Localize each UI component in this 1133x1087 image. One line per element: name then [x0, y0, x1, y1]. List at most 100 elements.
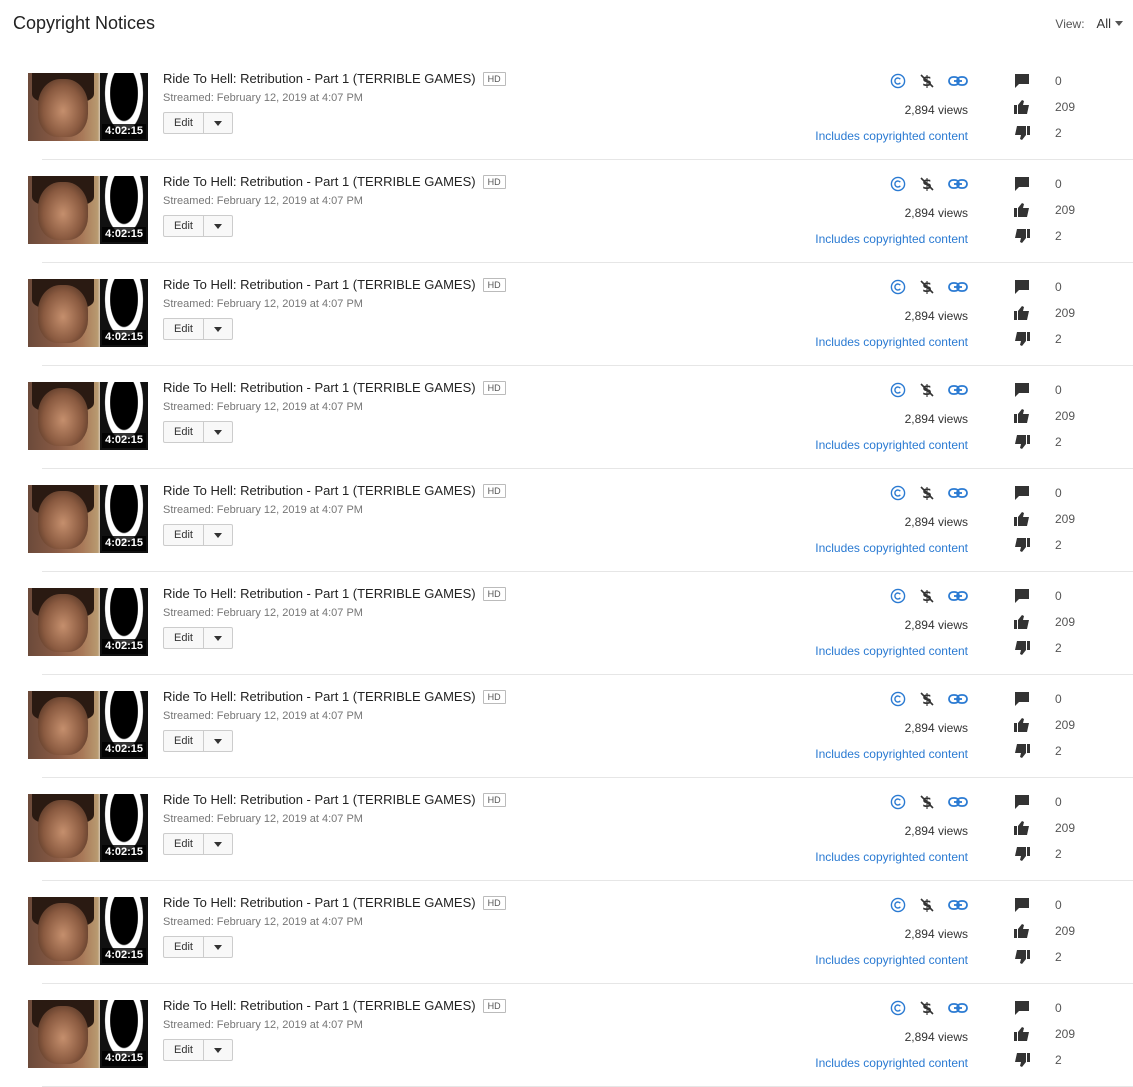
copyright-icon[interactable]: [890, 279, 906, 295]
video-thumbnail[interactable]: 4:02:15: [28, 382, 148, 450]
video-thumbnail[interactable]: 4:02:15: [28, 794, 148, 862]
link-icon[interactable]: [948, 692, 968, 706]
video-thumbnail[interactable]: 4:02:15: [28, 279, 148, 347]
monetization-off-icon[interactable]: $: [919, 691, 935, 707]
copyright-notice-link[interactable]: Includes copyrighted content: [815, 438, 968, 452]
view-dropdown[interactable]: All: [1097, 16, 1123, 31]
comments-stat: 0: [1013, 176, 1062, 192]
copyright-icon[interactable]: [890, 897, 906, 913]
copyright-icon[interactable]: [890, 382, 906, 398]
edit-dropdown-button[interactable]: [204, 216, 232, 236]
link-icon[interactable]: [948, 898, 968, 912]
edit-button[interactable]: Edit: [164, 628, 204, 648]
comment-count: 0: [1055, 589, 1062, 603]
stream-date: Streamed: February 12, 2019 at 4:07 PM: [163, 813, 363, 825]
edit-dropdown-button[interactable]: [204, 937, 232, 957]
edit-dropdown-button[interactable]: [204, 319, 232, 339]
dislike-count: 2: [1055, 435, 1062, 449]
link-icon[interactable]: [948, 383, 968, 397]
link-icon[interactable]: [948, 486, 968, 500]
copyright-notice-link[interactable]: Includes copyrighted content: [815, 541, 968, 555]
video-thumbnail[interactable]: 4:02:15: [28, 691, 148, 759]
edit-dropdown-button[interactable]: [204, 525, 232, 545]
video-title[interactable]: Ride To Hell: Retribution - Part 1 (TERR…: [163, 380, 476, 395]
link-icon[interactable]: [948, 177, 968, 191]
video-title[interactable]: Ride To Hell: Retribution - Part 1 (TERR…: [163, 689, 476, 704]
dislikes-stat: 2: [1013, 743, 1062, 759]
monetization-off-icon[interactable]: $: [919, 1000, 935, 1016]
copyright-notice-link[interactable]: Includes copyrighted content: [815, 1056, 968, 1070]
thumbs-up-icon: [1013, 408, 1031, 424]
view-count: 2,894 views: [904, 721, 968, 735]
video-thumbnail[interactable]: 4:02:15: [28, 1000, 148, 1068]
copyright-notice-link[interactable]: Includes copyrighted content: [815, 644, 968, 658]
monetization-off-icon[interactable]: $: [919, 794, 935, 810]
copyright-icon[interactable]: [890, 1000, 906, 1016]
monetization-off-icon[interactable]: $: [919, 73, 935, 89]
monetization-off-icon[interactable]: $: [919, 279, 935, 295]
copyright-notice-link[interactable]: Includes copyrighted content: [815, 129, 968, 143]
hd-badge: HD: [482, 998, 506, 1013]
edit-dropdown-button[interactable]: [204, 628, 232, 648]
copyright-notice-link[interactable]: Includes copyrighted content: [815, 232, 968, 246]
copyright-icon[interactable]: [890, 485, 906, 501]
link-icon[interactable]: [948, 1001, 968, 1015]
link-icon[interactable]: [948, 589, 968, 603]
like-count: 209: [1055, 100, 1076, 114]
edit-dropdown-button[interactable]: [204, 422, 232, 442]
monetization-off-icon[interactable]: $: [919, 382, 935, 398]
link-icon[interactable]: [948, 74, 968, 88]
monetization-off-icon[interactable]: $: [919, 588, 935, 604]
copyright-notice-link[interactable]: Includes copyrighted content: [815, 747, 968, 761]
edit-dropdown-button[interactable]: [204, 113, 232, 133]
monetization-off-icon[interactable]: $: [919, 485, 935, 501]
edit-button[interactable]: Edit: [164, 113, 204, 133]
copyright-notice-link[interactable]: Includes copyrighted content: [815, 335, 968, 349]
view-count: 2,894 views: [904, 103, 968, 117]
comments-stat: 0: [1013, 691, 1062, 707]
copyright-icon[interactable]: [890, 588, 906, 604]
edit-button[interactable]: Edit: [164, 216, 204, 236]
video-duration: 4:02:15: [102, 742, 146, 757]
hd-badge: HD: [482, 380, 506, 395]
link-icon[interactable]: [948, 795, 968, 809]
copyright-notice-link[interactable]: Includes copyrighted content: [815, 953, 968, 967]
comment-icon: [1013, 691, 1031, 707]
video-title[interactable]: Ride To Hell: Retribution - Part 1 (TERR…: [163, 71, 476, 86]
video-title[interactable]: Ride To Hell: Retribution - Part 1 (TERR…: [163, 586, 476, 601]
copyright-icon[interactable]: [890, 73, 906, 89]
edit-button[interactable]: Edit: [164, 422, 204, 442]
video-title[interactable]: Ride To Hell: Retribution - Part 1 (TERR…: [163, 895, 476, 910]
video-duration: 4:02:15: [102, 536, 146, 551]
link-icon[interactable]: [948, 280, 968, 294]
edit-button[interactable]: Edit: [164, 937, 204, 957]
video-title[interactable]: Ride To Hell: Retribution - Part 1 (TERR…: [163, 998, 476, 1013]
video-thumbnail[interactable]: 4:02:15: [28, 588, 148, 656]
video-thumbnail[interactable]: 4:02:15: [28, 897, 148, 965]
video-title[interactable]: Ride To Hell: Retribution - Part 1 (TERR…: [163, 792, 476, 807]
edit-button[interactable]: Edit: [164, 319, 204, 339]
edit-button[interactable]: Edit: [164, 525, 204, 545]
comments-stat: 0: [1013, 279, 1062, 295]
dislike-count: 2: [1055, 332, 1062, 346]
video-thumbnail[interactable]: 4:02:15: [28, 73, 148, 141]
video-title[interactable]: Ride To Hell: Retribution - Part 1 (TERR…: [163, 174, 476, 189]
edit-dropdown-button[interactable]: [204, 1040, 232, 1060]
video-thumbnail[interactable]: 4:02:15: [28, 176, 148, 244]
edit-button[interactable]: Edit: [164, 1040, 204, 1060]
edit-dropdown-button[interactable]: [204, 834, 232, 854]
copyright-icon[interactable]: [890, 794, 906, 810]
video-title[interactable]: Ride To Hell: Retribution - Part 1 (TERR…: [163, 277, 476, 292]
monetization-off-icon[interactable]: $: [919, 176, 935, 192]
edit-button[interactable]: Edit: [164, 731, 204, 751]
copyright-icon[interactable]: [890, 691, 906, 707]
video-duration: 4:02:15: [102, 433, 146, 448]
edit-dropdown-button[interactable]: [204, 731, 232, 751]
video-thumbnail[interactable]: 4:02:15: [28, 485, 148, 553]
video-title[interactable]: Ride To Hell: Retribution - Part 1 (TERR…: [163, 483, 476, 498]
copyright-icon[interactable]: [890, 176, 906, 192]
likes-stat: 209: [1013, 408, 1075, 424]
copyright-notice-link[interactable]: Includes copyrighted content: [815, 850, 968, 864]
monetization-off-icon[interactable]: $: [919, 897, 935, 913]
edit-button[interactable]: Edit: [164, 834, 204, 854]
